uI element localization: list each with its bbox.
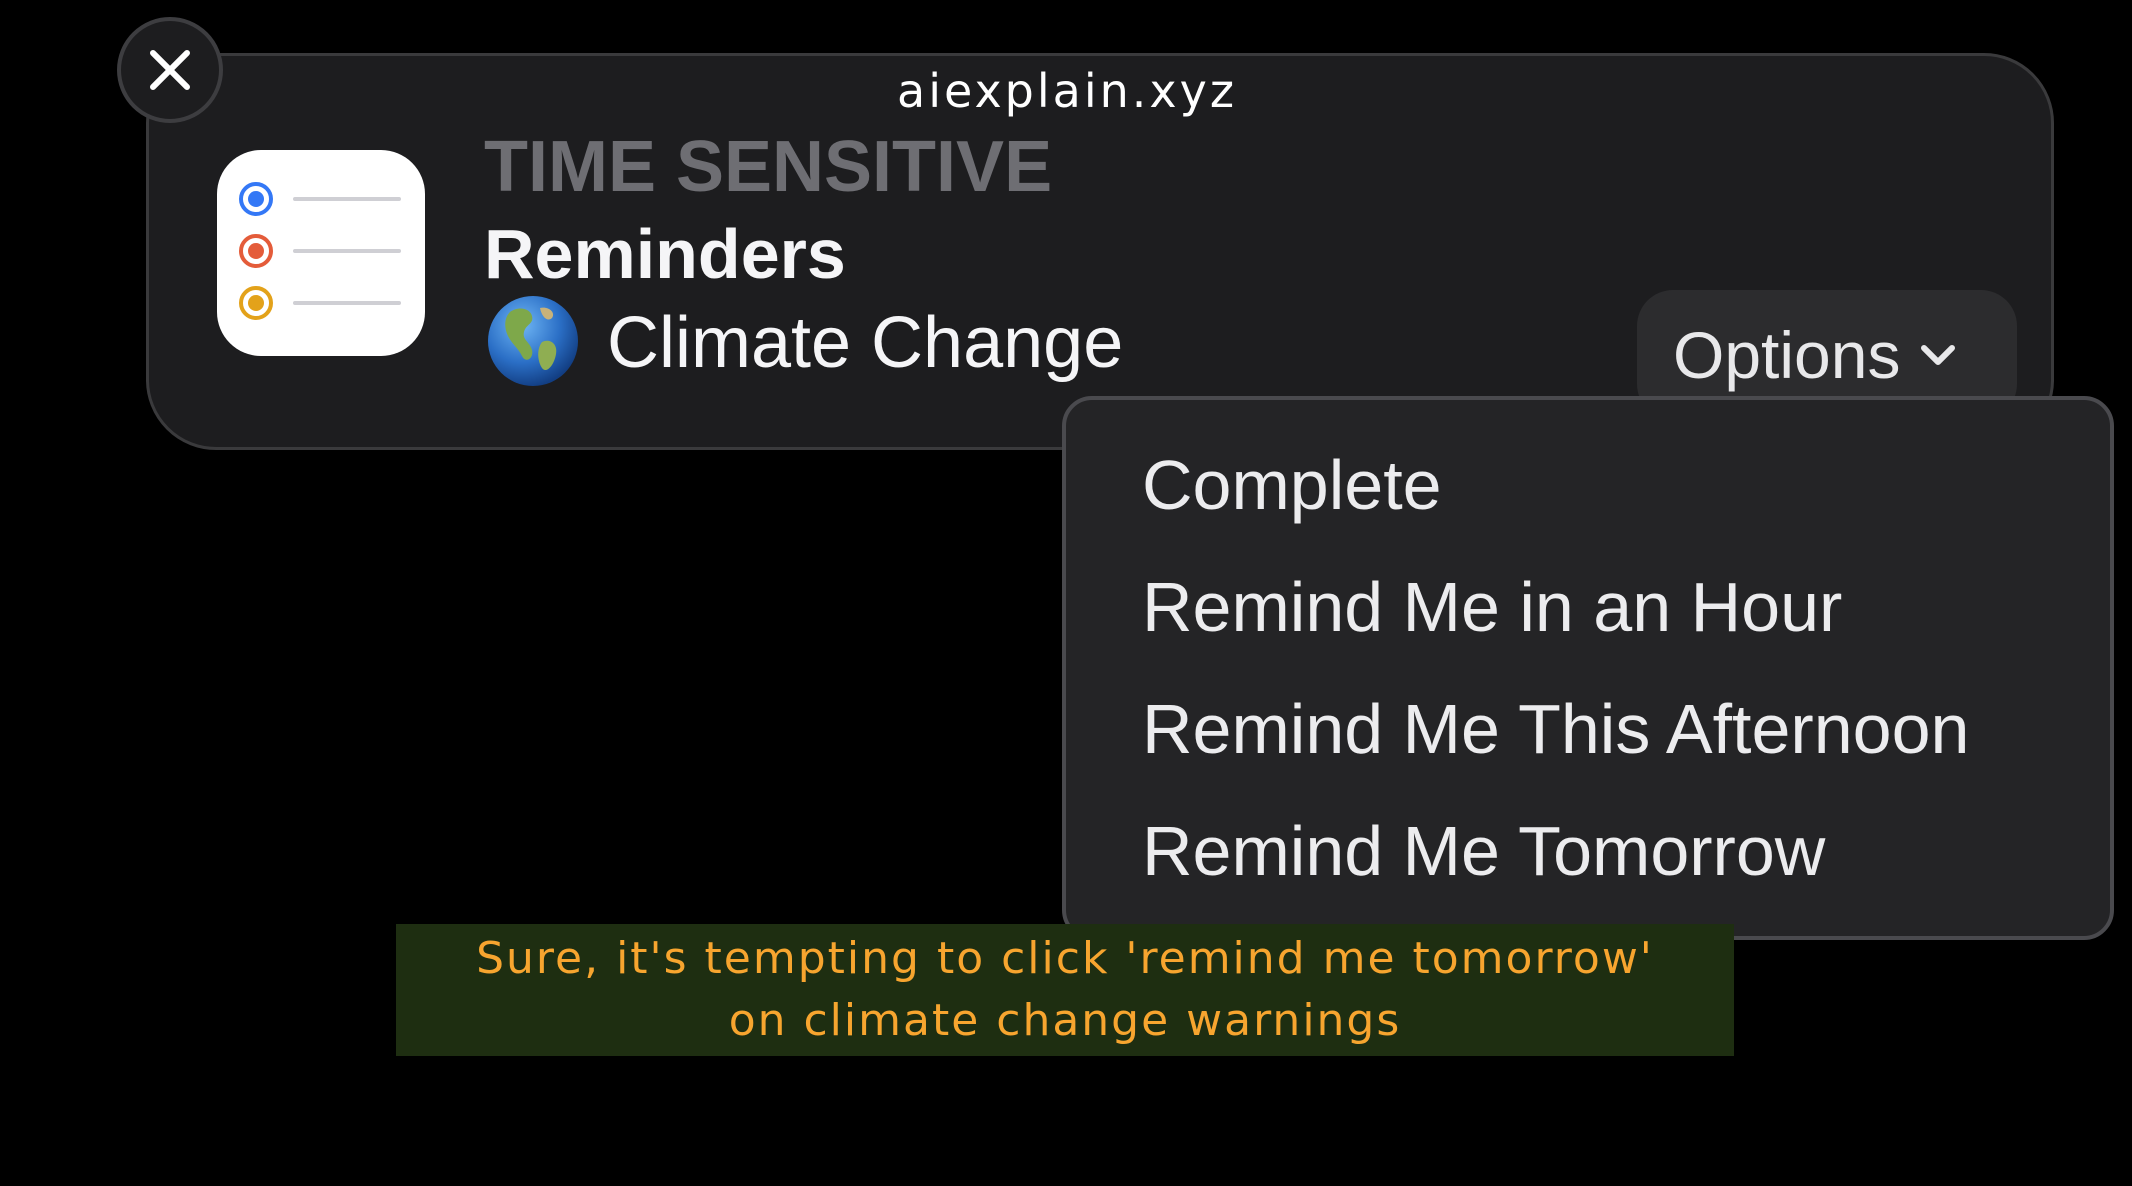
menu-item-remind-this-afternoon[interactable]: Remind Me This Afternoon [1066, 684, 2110, 806]
globe-icon [488, 296, 578, 386]
options-menu: Complete Remind Me in an Hour Remind Me … [1062, 396, 2114, 940]
close-notification-button[interactable] [117, 17, 223, 123]
app-name: Reminders [484, 215, 846, 293]
options-label: Options [1673, 318, 1901, 392]
reminder-title: Climate Change [607, 303, 1124, 383]
menu-item-remind-in-an-hour[interactable]: Remind Me in an Hour [1066, 562, 2110, 684]
blue-list-dot-icon [239, 182, 273, 216]
red-list-dot-icon [239, 234, 273, 268]
time-sensitive-label: TIME SENSITIVE [484, 127, 1053, 207]
yellow-list-dot-icon [239, 286, 273, 320]
caption-line-1: Sure, it's tempting to click 'remind me … [476, 933, 1654, 984]
caption-line-2: on climate change warnings [728, 995, 1402, 1046]
menu-item-remind-tomorrow[interactable]: Remind Me Tomorrow [1066, 806, 2110, 928]
reminders-app-icon [217, 150, 425, 356]
menu-item-complete[interactable]: Complete [1066, 440, 2110, 562]
close-icon [150, 50, 190, 90]
watermark: aiexplain.xyz [897, 64, 1237, 118]
subtitle-caption: Sure, it's tempting to click 'remind me … [396, 924, 1734, 1056]
chevron-down-icon [1921, 345, 1956, 365]
